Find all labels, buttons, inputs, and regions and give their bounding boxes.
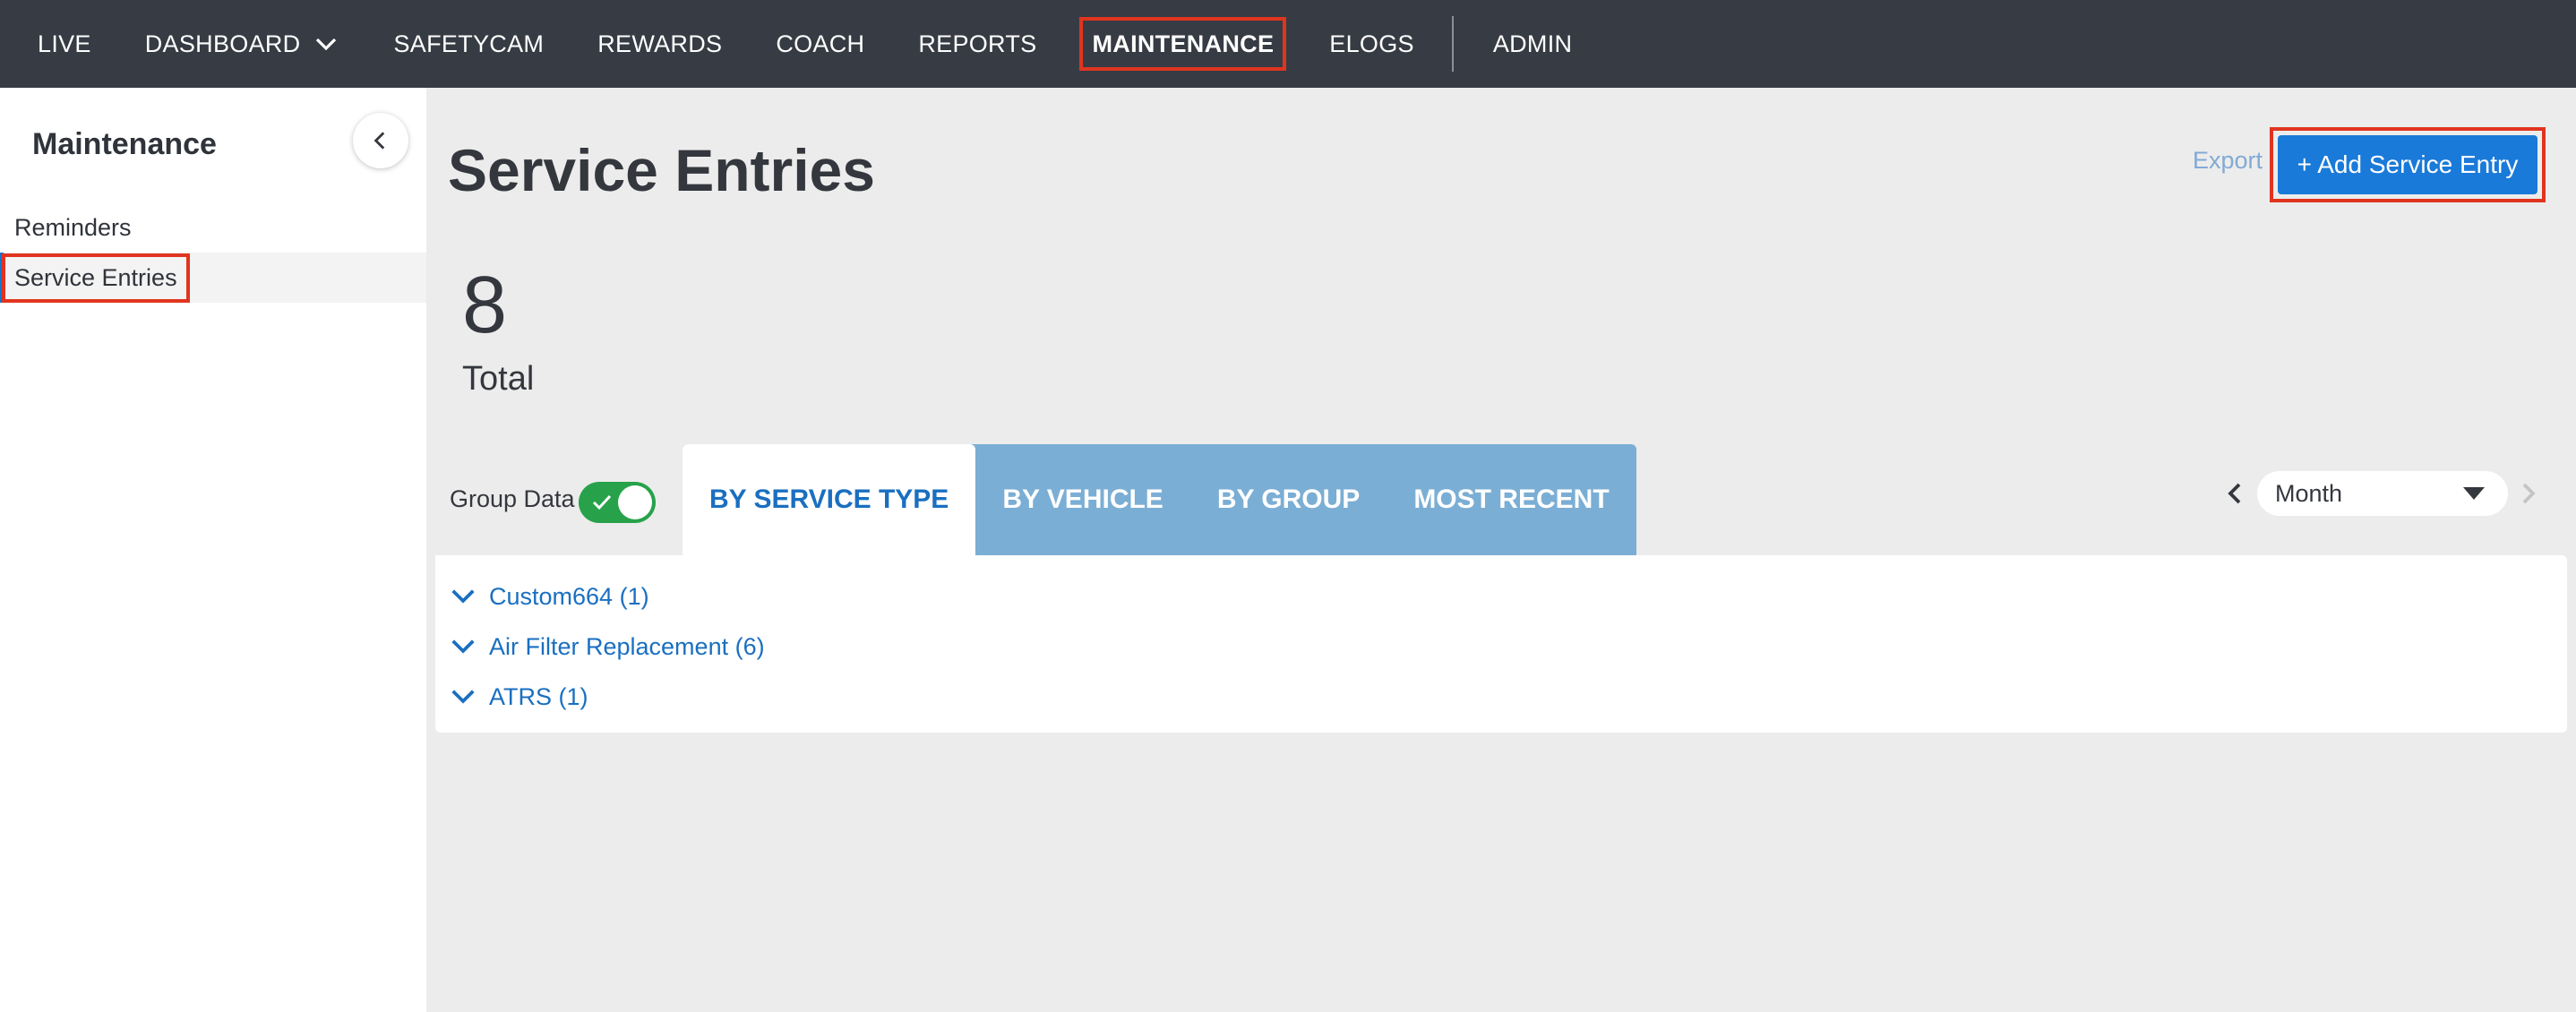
sidebar-item-service-entries[interactable]: Service Entries [0,253,426,303]
add-service-entry-highlight: + Add Service Entry [2270,127,2546,202]
tab-by-service-type[interactable]: BY SERVICE TYPE [683,444,976,555]
chevron-down-icon [451,690,475,704]
service-entries-panel: Custom664 (1) Air Filter Replacement (6)… [435,555,2567,733]
nav-live[interactable]: LIVE [0,0,118,88]
period-select[interactable]: Month [2257,471,2508,516]
grouping-tabs: BY SERVICE TYPE BY VEHICLE BY GROUP MOST… [683,444,1636,555]
chevron-right-icon[interactable] [2519,480,2538,507]
sidebar-item-label: Service Entries [2,253,190,303]
group-row-atrs[interactable]: ATRS (1) [450,679,588,715]
group-data-toggle[interactable] [579,482,656,523]
nav-rewards[interactable]: REWARDS [571,0,749,88]
nav-dashboard-label: DASHBOARD [144,30,301,57]
sidebar-item-reminders[interactable]: Reminders [0,202,426,253]
group-data-label: Group Data [450,485,575,512]
group-row-label: ATRS (1) [489,682,588,710]
total-label: Total [462,360,535,398]
nav-dashboard[interactable]: DASHBOARD [118,0,367,88]
total-count: 8 [462,261,508,350]
export-link[interactable]: Export [2193,147,2263,175]
chevron-left-icon [374,132,385,150]
check-icon [592,494,612,510]
sidebar-title: Maintenance [32,127,217,161]
tab-most-recent[interactable]: MOST RECENT [1387,444,1636,555]
collapse-sidebar-button[interactable] [353,113,408,168]
period-select-value: Month [2275,479,2343,507]
tab-by-vehicle[interactable]: BY VEHICLE [975,444,1190,555]
top-navigation: LIVE DASHBOARD SAFETYCAM REWARDS COACH R… [0,0,2576,88]
add-service-entry-button[interactable]: + Add Service Entry [2278,135,2537,194]
page-title: Service Entries [448,137,875,203]
tab-by-group[interactable]: BY GROUP [1190,444,1387,555]
nav-reports[interactable]: REPORTS [891,0,1063,88]
nav-safetycam[interactable]: SAFETYCAM [366,0,571,88]
group-row-label: Air Filter Replacement (6) [489,632,765,660]
nav-elogs[interactable]: ELOGS [1302,0,1441,88]
group-row-air-filter-replacement[interactable]: Air Filter Replacement (6) [450,629,765,665]
group-row-label: Custom664 (1) [489,582,649,610]
group-row-custom664[interactable]: Custom664 (1) [450,579,649,614]
chevron-down-icon [451,589,475,604]
chevron-down-icon [316,38,337,51]
toggle-knob [618,485,652,519]
chevron-down-icon [451,639,475,654]
sidebar: Maintenance Reminders Service Entries [0,88,426,1012]
chevron-left-icon[interactable] [2225,480,2245,507]
caret-down-icon [2463,487,2485,500]
nav-coach[interactable]: COACH [749,0,891,88]
nav-divider [1451,16,1454,72]
nav-admin[interactable]: ADMIN [1466,0,1600,88]
nav-maintenance[interactable]: MAINTENANCE [1079,17,1287,71]
